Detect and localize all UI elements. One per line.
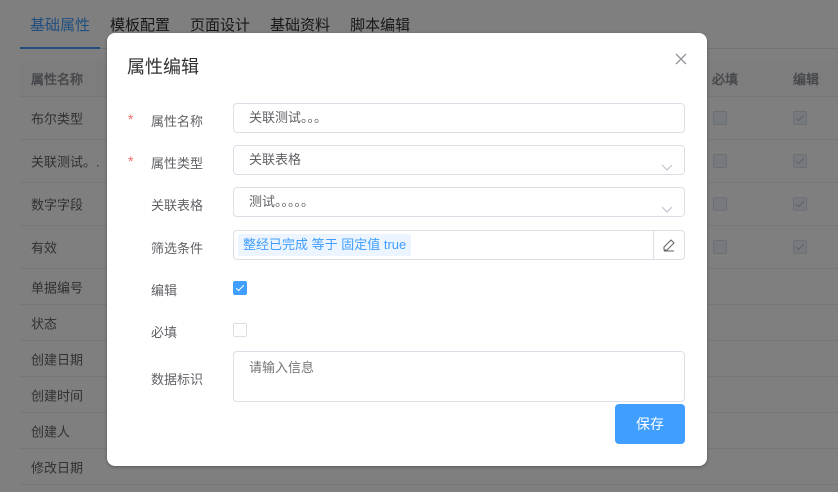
chevron-down-icon	[661, 155, 673, 171]
required-checkbox[interactable]	[233, 323, 247, 337]
field-editable-label: 编辑	[151, 283, 178, 298]
property-type-select[interactable]: 关联表格	[233, 145, 685, 175]
field-filter-label: 筛选条件	[151, 241, 204, 256]
related-table-value: 测试。。。。。	[249, 194, 315, 209]
close-icon[interactable]	[675, 53, 687, 65]
field-name-label: 属性名称	[151, 114, 204, 129]
data-id-textarea[interactable]	[233, 351, 685, 402]
property-type-value: 关联表格	[249, 152, 302, 167]
field-data-id-label: 数据标识	[151, 372, 204, 387]
filter-tag: 整经已完成 等于 固定值 true	[238, 234, 412, 256]
required-mark: *	[128, 111, 134, 127]
pencil-icon[interactable]	[653, 231, 684, 259]
dialog-title: 属性编辑	[127, 57, 199, 77]
filter-condition-box[interactable]: 整经已完成 等于 固定值 true	[233, 230, 685, 260]
save-button[interactable]: 保存	[615, 404, 685, 444]
field-related-table-label: 关联表格	[151, 198, 204, 213]
field-type-label: 属性类型	[151, 156, 204, 171]
field-required-label: 必填	[151, 325, 178, 340]
property-name-input[interactable]: 关联测试。。。	[233, 103, 685, 133]
editable-checkbox[interactable]	[233, 281, 247, 295]
chevron-down-icon	[661, 197, 673, 213]
property-edit-dialog: 属性编辑 * 属性名称 关联测试。。。 * 属性类型 关联表格 关联表格 测试。…	[107, 33, 707, 466]
required-mark: *	[128, 153, 134, 169]
related-table-select[interactable]: 测试。。。。。	[233, 187, 685, 217]
